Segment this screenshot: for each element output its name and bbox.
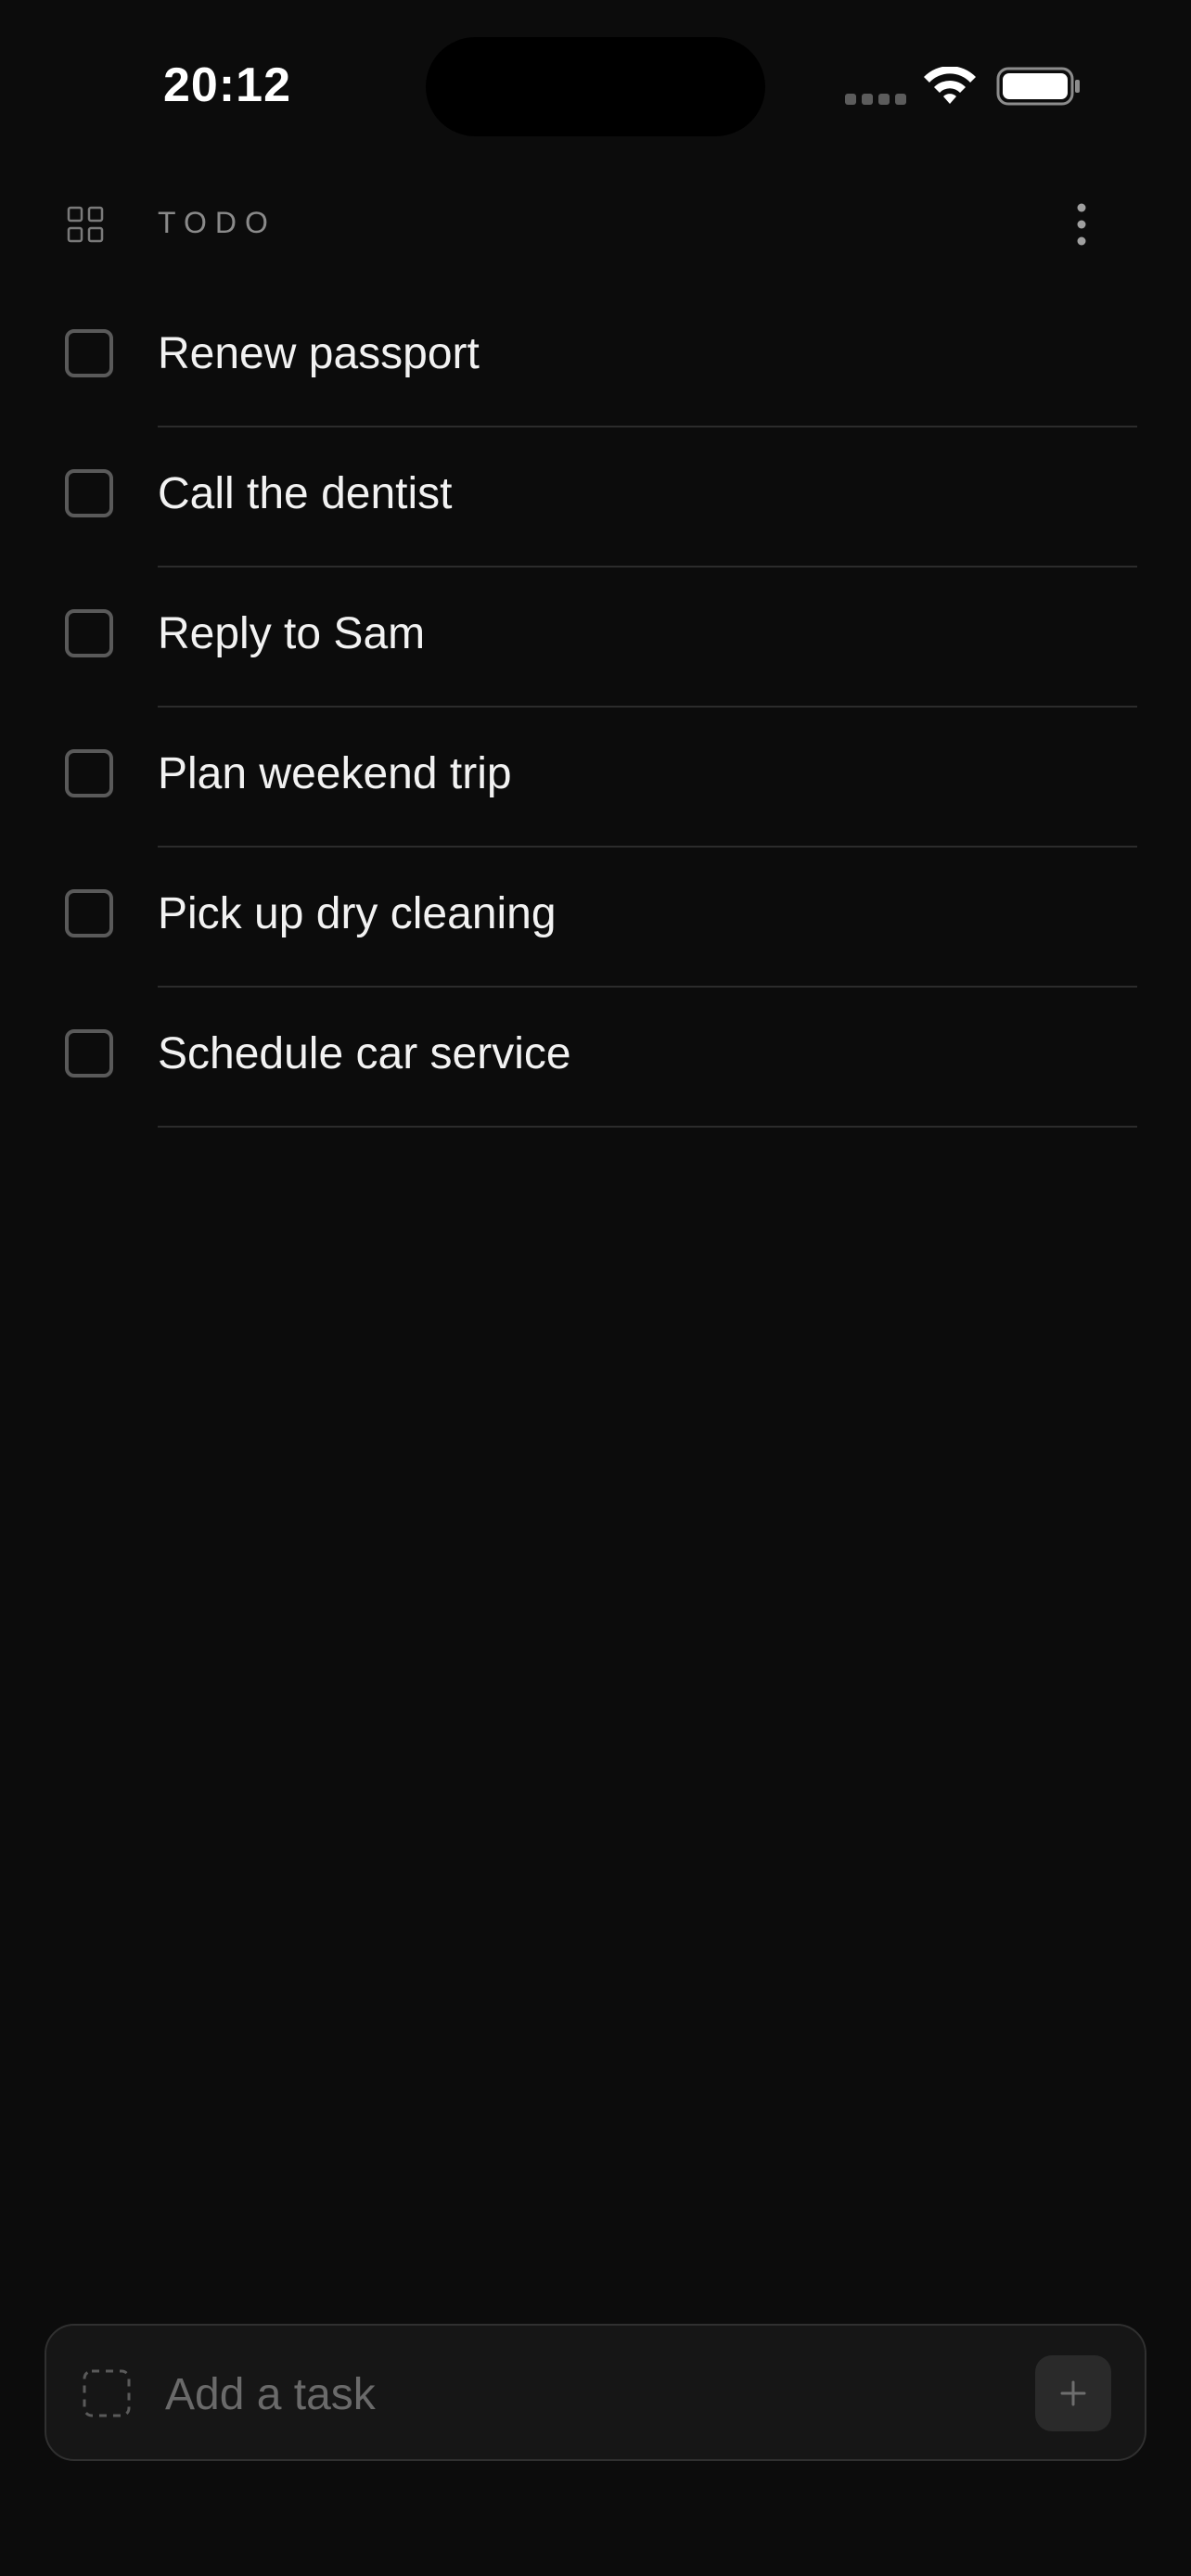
task-label: Plan weekend trip bbox=[158, 749, 512, 798]
task-item[interactable]: Plan weekend trip bbox=[0, 708, 1191, 848]
plus-icon bbox=[1060, 2380, 1086, 2406]
task-checkbox[interactable] bbox=[65, 609, 113, 657]
add-task-input[interactable] bbox=[163, 2363, 1039, 2426]
more-vertical-icon[interactable] bbox=[1063, 197, 1100, 252]
task-list: Renew passport Call the dentist Reply to… bbox=[0, 287, 1191, 1128]
task-checkbox[interactable] bbox=[65, 329, 113, 377]
task-label: Schedule car service bbox=[158, 1029, 571, 1078]
task-item[interactable]: Reply to Sam bbox=[0, 567, 1191, 708]
page-title: TODO bbox=[158, 206, 276, 239]
dashed-square-icon bbox=[83, 2369, 131, 2417]
add-task-bar bbox=[45, 2324, 1146, 2461]
wifi-icon bbox=[924, 67, 976, 104]
grid-icon[interactable] bbox=[65, 204, 106, 245]
task-checkbox[interactable] bbox=[65, 749, 113, 797]
status-time: 20:12 bbox=[163, 58, 291, 112]
app-header: TODO bbox=[0, 185, 1191, 263]
task-label: Call the dentist bbox=[158, 469, 453, 518]
task-label: Renew passport bbox=[158, 329, 480, 378]
task-item[interactable]: Pick up dry cleaning bbox=[0, 848, 1191, 988]
task-checkbox[interactable] bbox=[65, 1029, 113, 1078]
task-label: Reply to Sam bbox=[158, 609, 426, 658]
task-checkbox[interactable] bbox=[65, 469, 113, 517]
task-item[interactable]: Renew passport bbox=[0, 287, 1191, 427]
task-item[interactable]: Call the dentist bbox=[0, 427, 1191, 567]
task-checkbox[interactable] bbox=[65, 889, 113, 937]
cellular-signal-icon bbox=[845, 93, 906, 106]
divider bbox=[158, 1126, 1137, 1128]
task-label: Pick up dry cleaning bbox=[158, 889, 557, 938]
add-task-button[interactable] bbox=[1035, 2355, 1111, 2431]
battery-icon bbox=[996, 67, 1080, 106]
task-item[interactable]: Schedule car service bbox=[0, 988, 1191, 1128]
status-bar: 20:12 bbox=[0, 0, 1191, 167]
dynamic-island bbox=[426, 37, 765, 136]
